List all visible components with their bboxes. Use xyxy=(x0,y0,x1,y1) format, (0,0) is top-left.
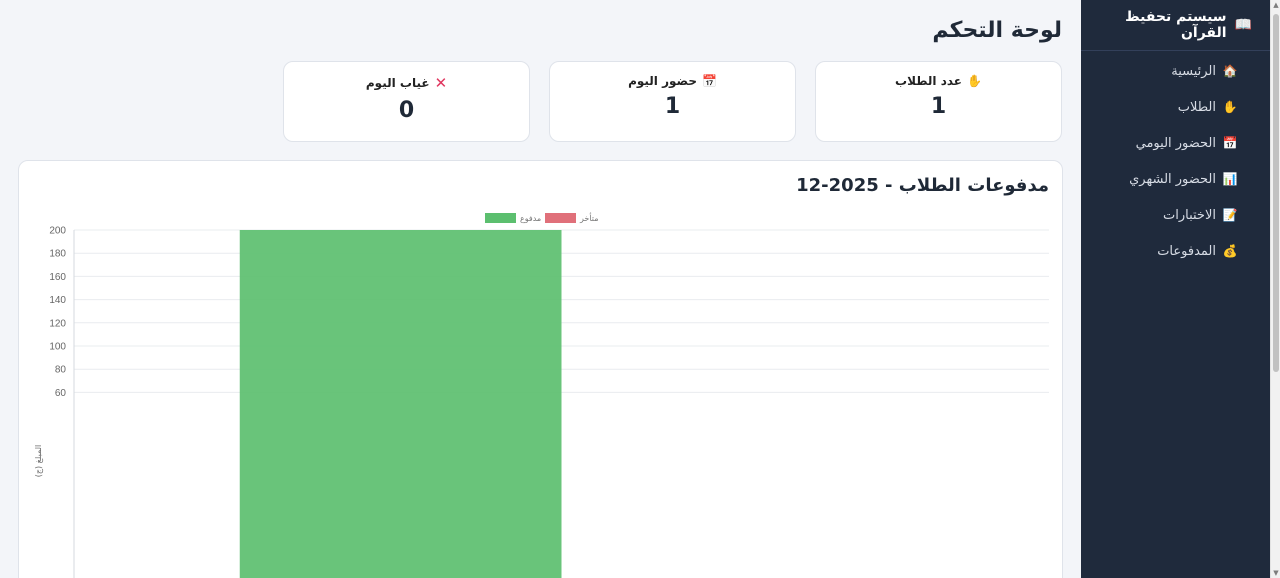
stat-card-students: ✋ عدد الطلاب 1 xyxy=(815,61,1062,142)
stat-value: 1 xyxy=(930,94,947,119)
y-tick-label: 80 xyxy=(55,365,67,376)
house-icon: 🏠 xyxy=(1222,64,1238,78)
sidebar: 📖 سيستم تحفيظ القرآن 🏠 الرئيسية ✋ الطلاب… xyxy=(1081,0,1270,578)
stat-value: 0 xyxy=(398,98,415,123)
sidebar-header: 📖 سيستم تحفيظ القرآن xyxy=(1081,0,1270,51)
sidebar-item-home[interactable]: 🏠 الرئيسية xyxy=(1081,53,1270,89)
calendar-icon: 📅 xyxy=(1222,136,1238,150)
stat-label: عدد الطلاب xyxy=(895,74,962,88)
sidebar-item-label: الاختبارات xyxy=(1163,207,1216,223)
stat-label: حضور اليوم xyxy=(628,74,697,88)
sidebar-item-monthly-attendance[interactable]: 📊 الحضور الشهري xyxy=(1081,161,1270,197)
legend-label: مدفوع xyxy=(520,214,541,223)
y-tick-label: 160 xyxy=(49,272,66,283)
sidebar-item-payments[interactable]: 💰 المدفوعات xyxy=(1081,233,1270,269)
legend-swatch xyxy=(485,213,516,223)
stat-label: غياب اليوم xyxy=(365,76,430,90)
cross-icon: ✕ xyxy=(434,74,448,92)
sidebar-item-students[interactable]: ✋ الطلاب xyxy=(1081,89,1270,125)
y-tick-label: 200 xyxy=(49,226,66,237)
y-tick-label: 120 xyxy=(49,318,66,329)
sidebar-item-label: الحضور اليومي xyxy=(1135,135,1216,151)
calendar-icon: 📅 xyxy=(701,74,717,88)
scroll-down-arrow-icon[interactable]: ▼ xyxy=(1272,568,1280,578)
app-title-text: سيستم تحفيظ القرآن xyxy=(1125,9,1227,41)
sidebar-menu: 🏠 الرئيسية ✋ الطلاب 📅 الحضور اليومي 📊 ال… xyxy=(1081,53,1270,269)
memo-icon: 📝 xyxy=(1222,208,1238,222)
y-tick-label: 60 xyxy=(55,388,67,399)
legend-swatch xyxy=(545,213,576,223)
bar-paid xyxy=(239,230,562,578)
y-axis-label: المبلغ (ج) xyxy=(34,445,43,478)
sidebar-item-label: المدفوعات xyxy=(1157,243,1216,259)
book-icon: 📖 xyxy=(1234,17,1252,33)
y-tick-label: 140 xyxy=(49,295,66,306)
page-scrollbar[interactable]: ▲ ▼ xyxy=(1270,0,1280,578)
bar-chart-icon: 📊 xyxy=(1222,172,1238,186)
scroll-up-arrow-icon[interactable]: ▲ xyxy=(1272,0,1280,10)
sidebar-item-label: الحضور الشهري xyxy=(1129,171,1216,187)
legend-label: متأخر xyxy=(579,212,599,223)
page-title: لوحة التحكم xyxy=(932,18,1062,43)
stat-value: 1 xyxy=(664,94,681,119)
sidebar-item-label: الرئيسية xyxy=(1171,63,1216,79)
y-tick-label: 180 xyxy=(49,249,66,260)
app-title[interactable]: 📖 سيستم تحفيظ القرآن xyxy=(1081,9,1252,41)
payments-chart-panel: مدفوعات الطلاب - 2025-12 60 80 100 120 140 16… xyxy=(18,160,1063,578)
sidebar-item-daily-attendance[interactable]: 📅 الحضور اليومي xyxy=(1081,125,1270,161)
stat-card-today-attendance: 📅 حضور اليوم 1 xyxy=(549,61,796,142)
hand-icon: ✋ xyxy=(967,74,982,88)
sidebar-item-exams[interactable]: 📝 الاختبارات xyxy=(1081,197,1270,233)
money-bag-icon: 💰 xyxy=(1222,244,1238,258)
sidebar-item-label: الطلاب xyxy=(1177,99,1216,115)
scroll-thumb[interactable] xyxy=(1273,14,1279,372)
payments-chart: 60 80 100 120 140 160 180 200 مدفوع متأخر المبلغ (… xyxy=(34,212,1049,578)
hand-icon: ✋ xyxy=(1222,100,1238,114)
stat-card-today-absence: ✕ غياب اليوم 0 xyxy=(283,61,530,142)
y-tick-label: 100 xyxy=(49,342,66,353)
